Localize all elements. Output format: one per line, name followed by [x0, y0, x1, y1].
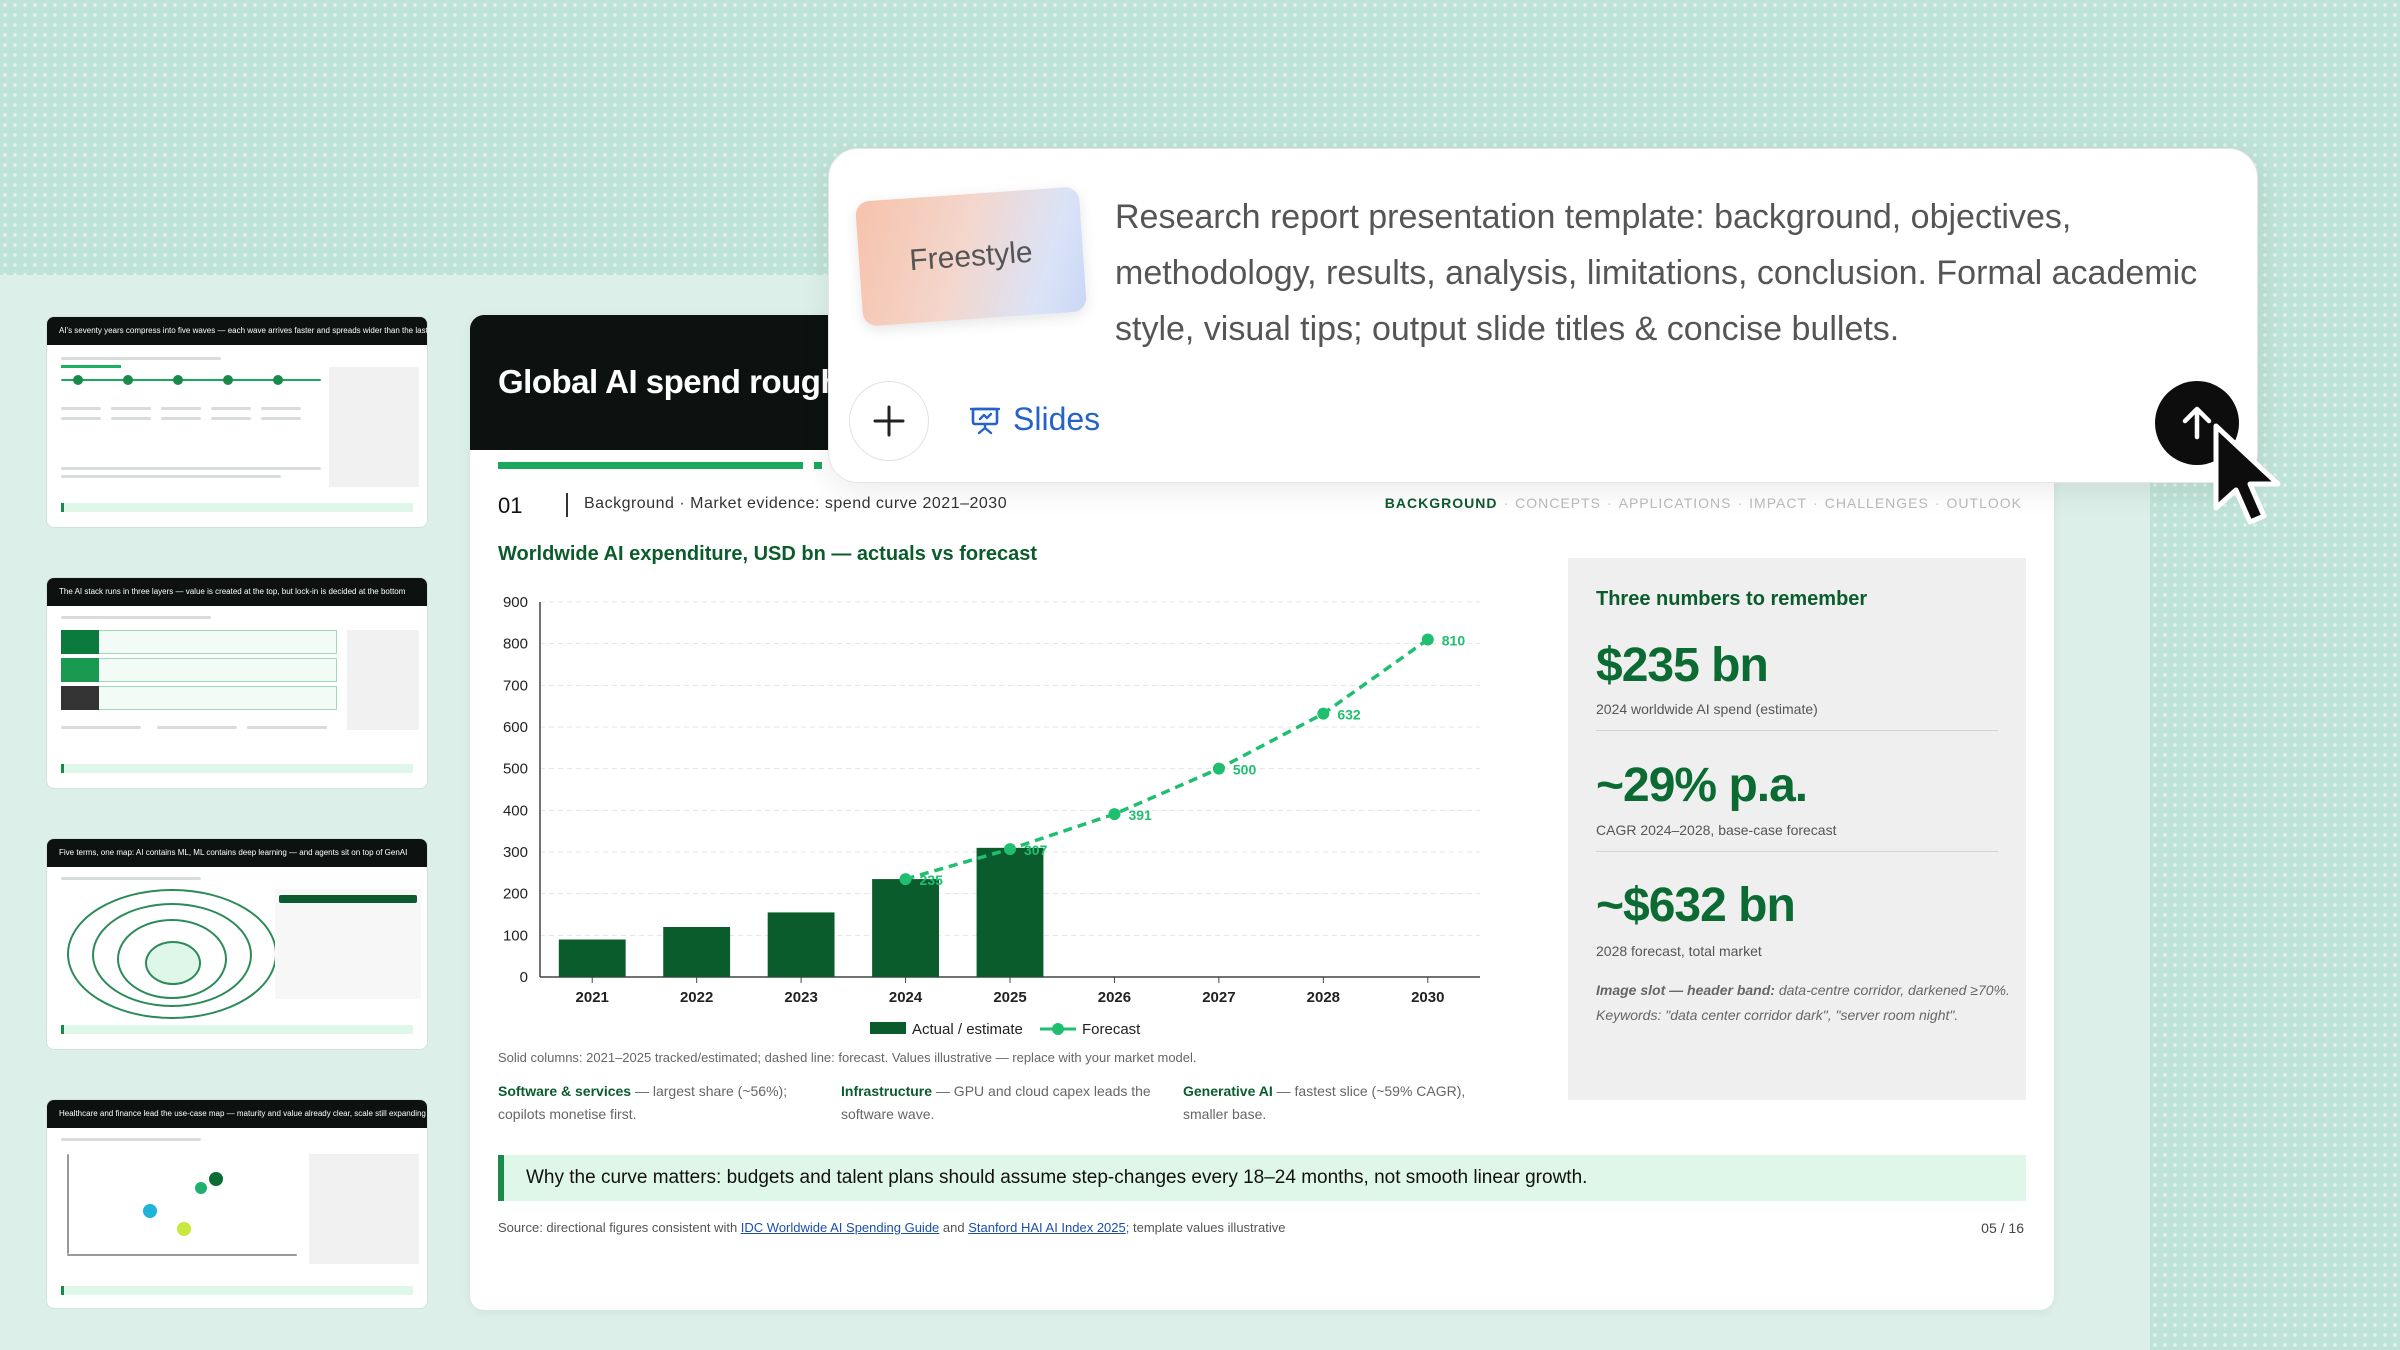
forecast-point — [1212, 762, 1225, 775]
prompt-card: Freestyle Research report presentation t… — [828, 148, 2258, 483]
legend-label: Forecast — [1082, 1021, 1141, 1038]
data-label: 307 — [1024, 842, 1048, 858]
data-label: 235 — [920, 872, 944, 888]
bar — [558, 939, 626, 977]
breadcrumb: Background · Market evidence: spend curv… — [584, 495, 1008, 512]
forecast-point — [1108, 808, 1121, 821]
stat-caption: CAGR 2024–2028, base-case forecast — [1596, 822, 1837, 838]
source-line: Source: directional figures consistent w… — [498, 1220, 1286, 1235]
x-tick-label: 2028 — [1307, 989, 1340, 1006]
image-slot-note: Image slot — header band: data-centre co… — [1596, 982, 2010, 1023]
x-tick-label: 2021 — [576, 989, 609, 1006]
stat-value: ~29% p.a. — [1596, 759, 1808, 812]
stat-value: $235 bn — [1596, 639, 1769, 692]
legend-label: Actual / estimate — [912, 1021, 1023, 1038]
nav-impact[interactable]: IMPACT — [1749, 495, 1807, 511]
presentation-icon — [969, 407, 1001, 434]
nav-outlook[interactable]: OUTLOOK — [1947, 495, 2022, 511]
stat-caption: 2024 worldwide AI spend (estimate) — [1596, 701, 1818, 717]
thumbnail-title: Healthcare and finance lead the use-case… — [47, 1100, 427, 1128]
cursor-icon — [2213, 423, 2281, 525]
nav-challenges[interactable]: CHALLENGES — [1825, 495, 1929, 511]
y-tick-label: 900 — [503, 594, 528, 611]
source-link-stanford[interactable]: Stanford HAI AI Index 2025 — [968, 1220, 1126, 1235]
key-numbers-panel: Three numbers to remember $235 bn 2024 w… — [1568, 558, 2026, 1100]
slide-thumbnail[interactable]: The AI stack runs in three layers — valu… — [46, 577, 428, 789]
legend-line-dot — [1052, 1023, 1064, 1035]
mode-slides-button[interactable]: Slides — [969, 401, 1100, 438]
forecast-point — [1004, 843, 1016, 856]
data-label: 632 — [1337, 707, 1361, 723]
y-tick-label: 400 — [503, 802, 528, 819]
nav-applications[interactable]: APPLICATIONS — [1619, 495, 1732, 511]
bar — [976, 847, 1044, 977]
slide-title: Global AI spend roughly — [498, 363, 867, 400]
nav-background[interactable]: BACKGROUND — [1385, 495, 1498, 511]
forecast-line — [905, 638, 1429, 881]
bar — [872, 879, 939, 977]
panel-title: Three numbers to remember — [1596, 588, 1868, 610]
x-tick-label: 2024 — [889, 989, 923, 1006]
callout-box: Why the curve matters: budgets and talen… — [498, 1155, 2026, 1201]
x-tick-label: 2026 — [1098, 989, 1131, 1006]
bar — [663, 927, 731, 977]
prompt-text[interactable]: Research report presentation template: b… — [1115, 189, 2235, 357]
y-tick-label: 0 — [520, 969, 528, 986]
source-link-idc[interactable]: IDC Worldwide AI Spending Guide — [741, 1220, 939, 1235]
data-label: 810 — [1442, 633, 1466, 649]
data-label: 391 — [1128, 807, 1152, 823]
progress-bar — [498, 462, 803, 469]
style-chip[interactable]: Freestyle — [854, 186, 1088, 327]
stat-value: ~$632 bn — [1596, 879, 1796, 932]
x-tick-label: 2027 — [1202, 989, 1235, 1006]
thumbnail-title: The AI stack runs in three layers — valu… — [47, 578, 427, 606]
data-label: 500 — [1233, 762, 1257, 778]
chart-footnote: Solid columns: 2021–2025 tracked/estimat… — [498, 1050, 1197, 1065]
x-tick-label: 2022 — [680, 989, 713, 1006]
mode-label: Slides — [1013, 401, 1101, 437]
slide-thumbnail[interactable]: AI's seventy years compress into five wa… — [46, 316, 428, 528]
y-tick-label: 600 — [503, 719, 528, 736]
nav-concepts[interactable]: CONCEPTS — [1515, 495, 1601, 511]
slide-thumbnail[interactable]: Healthcare and finance lead the use-case… — [46, 1099, 428, 1309]
page-number: 05 / 16 — [1981, 1220, 2024, 1236]
section-nav: BACKGROUND · CONCEPTS · APPLICATIONS · IMPACT ·… — [1384, 495, 2022, 511]
chart-title: Worldwide AI expenditure, USD bn — actua… — [498, 543, 1038, 565]
x-tick-label: 2023 — [784, 989, 817, 1006]
legend-bar-swatch — [870, 1022, 906, 1034]
stat-caption: 2028 forecast, total market — [1596, 943, 1762, 959]
x-tick-label: 2030 — [1411, 989, 1444, 1006]
forecast-point — [1317, 707, 1330, 720]
y-tick-label: 800 — [503, 636, 528, 653]
thumbnail-title: Five terms, one map: AI contains ML, ML … — [47, 839, 427, 867]
y-tick-label: 100 — [503, 927, 528, 944]
y-tick-label: 500 — [503, 761, 528, 778]
forecast-point — [899, 873, 912, 886]
bar — [767, 912, 835, 977]
plus-icon[interactable] — [849, 381, 929, 461]
spend-chart: 0 100 200 300 400 500 600 700 800 900 2021 2022 2023… — [503, 594, 1480, 1038]
thumbnail-title: AI's seventy years compress into five wa… — [47, 317, 427, 345]
section-number: 01 — [498, 493, 523, 518]
forecast-point — [1421, 633, 1434, 646]
y-tick-label: 300 — [503, 844, 528, 861]
x-tick-label: 2025 — [993, 989, 1026, 1006]
y-tick-label: 200 — [503, 886, 528, 903]
slide-thumbnail[interactable]: Five terms, one map: AI contains ML, ML … — [46, 838, 428, 1050]
y-tick-label: 700 — [503, 677, 528, 694]
